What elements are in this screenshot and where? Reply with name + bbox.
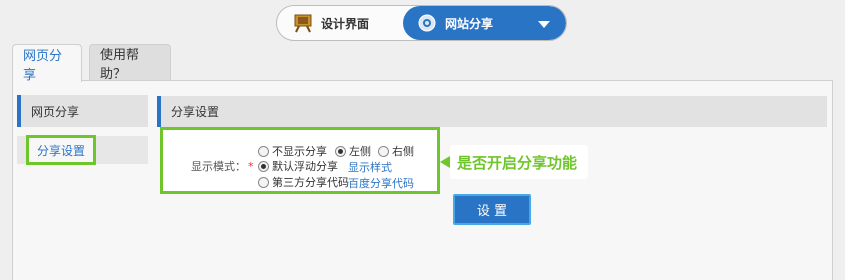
site-share-label: 网站分享 xyxy=(445,16,494,31)
callout-text: 是否开启分享功能 xyxy=(457,153,578,172)
section-title: 分享设置 xyxy=(171,105,220,119)
tab-label: 网页分享 xyxy=(23,48,63,83)
sidebar-item-share-settings[interactable]: 分享设置 xyxy=(26,135,96,165)
design-view-label: 设计界面 xyxy=(321,16,370,31)
display-mode-label: 显示模式： * xyxy=(191,158,254,174)
radio-no-share[interactable] xyxy=(258,145,269,157)
section-title-bar: 分享设置 xyxy=(157,96,827,127)
option-label: 右侧 xyxy=(392,145,414,158)
option-label: 左侧 xyxy=(349,145,371,158)
sidebar-header: 网页分享 xyxy=(17,95,148,127)
settings-button-label: 设 置 xyxy=(476,204,508,219)
option-label: 不显示分享 xyxy=(272,145,327,158)
gear-icon xyxy=(417,13,437,33)
tab-help[interactable]: 使用帮助？ xyxy=(89,44,171,82)
option-left[interactable]: 左侧 xyxy=(335,143,371,159)
display-mode-text: 显示模式： xyxy=(191,160,246,173)
show-style-link[interactable]: 显示样式 xyxy=(348,159,392,175)
baidu-share-code-link[interactable]: 百度分享代码 xyxy=(348,175,414,191)
sidebar-item-label: 分享设置 xyxy=(36,143,85,158)
settings-button[interactable]: 设 置 xyxy=(453,194,531,225)
easel-icon xyxy=(293,13,313,33)
tab-label: 使用帮助？ xyxy=(100,48,140,82)
display-mode-options: 显示模式： * 不显示分享 左侧 右侧 默认浮动分享 显示样式 第三方分享代码 百… xyxy=(160,127,440,194)
chevron-down-icon[interactable] xyxy=(538,21,550,28)
mode-switch: 设计界面 网站分享 xyxy=(276,5,567,41)
design-view-toggle[interactable]: 设计界面 xyxy=(277,6,403,40)
share-toggle-callout: 是否开启分享功能 xyxy=(440,145,588,179)
option-label: 默认浮动分享 xyxy=(272,160,338,173)
sidebar-header-label: 网页分享 xyxy=(31,104,80,119)
tab-web-share[interactable]: 网页分享 xyxy=(12,44,82,83)
option-label: 第三方分享代码 xyxy=(272,176,349,189)
option-no-share[interactable]: 不显示分享 xyxy=(258,143,327,159)
option-third-party[interactable]: 第三方分享代码 xyxy=(258,174,349,190)
site-share-toggle[interactable]: 网站分享 xyxy=(403,6,566,40)
radio-right[interactable] xyxy=(378,145,389,157)
required-mark: * xyxy=(248,160,254,173)
radio-default-float[interactable] xyxy=(258,160,269,172)
option-right[interactable]: 右侧 xyxy=(378,143,414,159)
radio-left[interactable] xyxy=(335,145,346,157)
option-default-float[interactable]: 默认浮动分享 xyxy=(258,158,338,174)
radio-third-party[interactable] xyxy=(258,176,269,188)
